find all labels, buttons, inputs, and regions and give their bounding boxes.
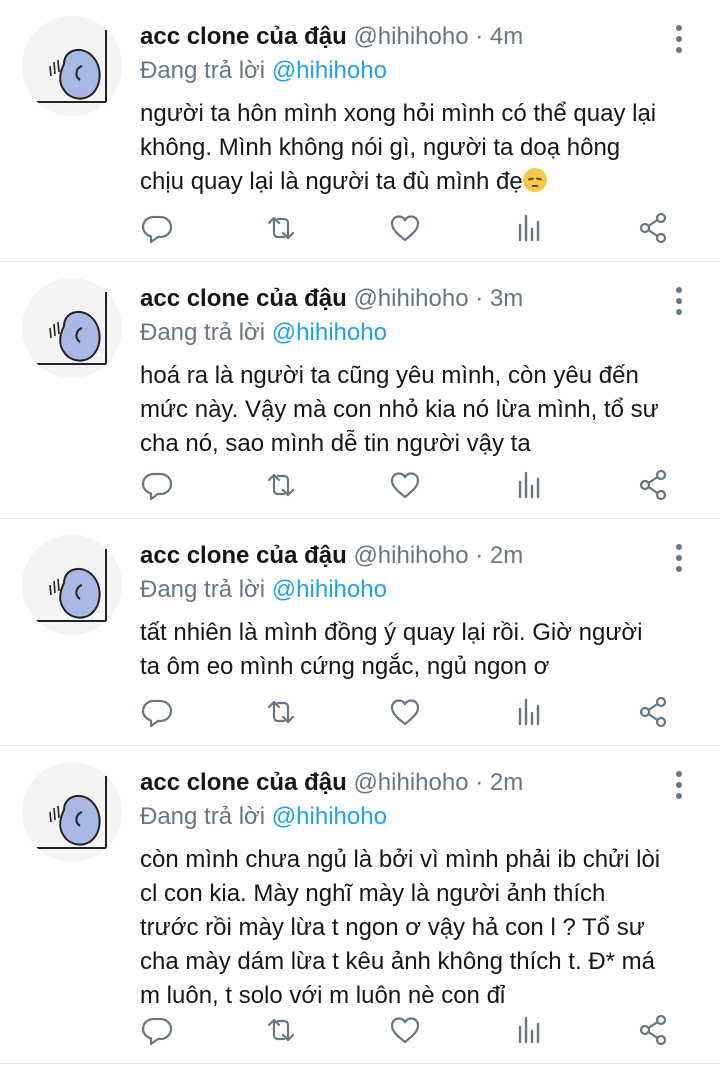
tweet-text-line: chịu quay lại là người ta đù mình đẹ bbox=[140, 168, 523, 195]
tweet-text: còn mình chưa ngủ là bởi vì mình phải ib… bbox=[140, 843, 690, 1013]
avatar-illustration bbox=[22, 16, 122, 116]
display-name[interactable]: acc clone của đậu bbox=[140, 542, 347, 569]
user-handle[interactable]: @hihihoho bbox=[353, 285, 468, 312]
user-handle[interactable]: @hihihoho bbox=[353, 542, 468, 569]
tweet-feed: acc clone của đậu @hihihoho · 4m Đang tr… bbox=[0, 0, 720, 1064]
tweet-header: acc clone của đậu @hihihoho · 2m bbox=[140, 541, 690, 571]
replying-prefix: Đang trả lời bbox=[140, 319, 266, 346]
avatar-illustration bbox=[22, 762, 122, 862]
tweet-text-line: cha nó, sao mình dễ tin người vậy ta bbox=[140, 430, 531, 457]
retweet-icon[interactable] bbox=[264, 695, 298, 729]
display-name[interactable]: acc clone của đậu bbox=[140, 23, 347, 50]
heart-icon[interactable] bbox=[388, 1013, 422, 1047]
separator-dot: · bbox=[475, 542, 484, 569]
more-vertical-icon[interactable] bbox=[672, 770, 686, 800]
separator-dot: · bbox=[475, 769, 484, 796]
tweet-header: acc clone của đậu @hihihoho · 2m bbox=[140, 768, 690, 798]
tweet-text: hoá ra là người ta cũng yêu mình, còn yê… bbox=[140, 359, 690, 461]
share-icon[interactable] bbox=[636, 1013, 670, 1047]
tweet[interactable]: acc clone của đậu @hihihoho · 4m Đang tr… bbox=[0, 0, 720, 262]
more-vertical-icon[interactable] bbox=[672, 24, 686, 54]
reply-icon[interactable] bbox=[140, 695, 174, 729]
avatar[interactable] bbox=[22, 278, 122, 378]
share-icon[interactable] bbox=[636, 695, 670, 729]
mention-link[interactable]: @hihihoho bbox=[272, 319, 387, 346]
retweet-icon[interactable] bbox=[264, 211, 298, 245]
separator-dot: · bbox=[475, 285, 484, 312]
separator-dot: · bbox=[475, 23, 484, 50]
avatar-illustration bbox=[22, 278, 122, 378]
tweet-text: tất nhiên là mình đồng ý quay lại rồi. G… bbox=[140, 616, 690, 684]
retweet-icon[interactable] bbox=[264, 468, 298, 502]
reply-icon[interactable] bbox=[140, 1013, 174, 1047]
replying-to: Đang trả lời @hihihoho bbox=[140, 317, 690, 349]
mention-link[interactable]: @hihihoho bbox=[272, 576, 387, 603]
tweet-text-line: hoá ra là người ta cũng yêu mình, còn yê… bbox=[140, 362, 639, 389]
replying-to: Đang trả lời @hihihoho bbox=[140, 574, 690, 606]
tweet-text-line: m luôn, t solo với m luôn nè con đỉ bbox=[140, 982, 506, 1009]
reply-icon[interactable] bbox=[140, 468, 174, 502]
avatar[interactable] bbox=[22, 16, 122, 116]
tweet-text-line: cl con kia. Mày nghĩ mày là người ảnh th… bbox=[140, 880, 606, 907]
user-handle[interactable]: @hihihoho bbox=[353, 23, 468, 50]
tweet-text-line: ta ôm eo mình cứng ngắc, ngủ ngon ơ bbox=[140, 653, 550, 680]
action-bar bbox=[138, 468, 680, 502]
timestamp[interactable]: 2m bbox=[490, 542, 523, 569]
tweet-header: acc clone của đậu @hihihoho · 3m bbox=[140, 284, 690, 314]
tweet-text-line: mức này. Vậy mà con nhỏ kia nó lừa mình,… bbox=[140, 396, 659, 423]
replying-prefix: Đang trả lời bbox=[140, 803, 266, 830]
timestamp[interactable]: 4m bbox=[490, 23, 523, 50]
tweet[interactable]: acc clone của đậu @hihihoho · 2m Đang tr… bbox=[0, 746, 720, 1064]
stats-icon[interactable] bbox=[512, 1013, 546, 1047]
stats-icon[interactable] bbox=[512, 695, 546, 729]
tweet-text: người ta hôn mình xong hỏi mình có thể q… bbox=[140, 97, 690, 199]
tweet[interactable]: acc clone của đậu @hihihoho · 2m Đang tr… bbox=[0, 519, 720, 746]
stats-icon[interactable] bbox=[512, 211, 546, 245]
reply-icon[interactable] bbox=[140, 211, 174, 245]
heart-icon[interactable] bbox=[388, 468, 422, 502]
mention-link[interactable]: @hihihoho bbox=[272, 57, 387, 84]
replying-to: Đang trả lời @hihihoho bbox=[140, 55, 690, 87]
tweet[interactable]: acc clone của đậu @hihihoho · 3m Đang tr… bbox=[0, 262, 720, 519]
tweet-content: acc clone của đậu @hihihoho · 3m Đang tr… bbox=[140, 284, 690, 461]
tweet-text-line: cha mày dám lừa t kêu ảnh không thích t.… bbox=[140, 948, 655, 975]
tweet-text-line-with-emoji: chịu quay lại là người ta đù mình đẹ bbox=[140, 165, 690, 199]
tweet-content: acc clone của đậu @hihihoho · 2m Đang tr… bbox=[140, 768, 690, 1013]
stats-icon[interactable] bbox=[512, 468, 546, 502]
replying-prefix: Đang trả lời bbox=[140, 57, 266, 84]
avatar-illustration bbox=[22, 535, 122, 635]
heart-icon[interactable] bbox=[388, 211, 422, 245]
pensive-face-icon bbox=[522, 168, 547, 192]
avatar[interactable] bbox=[22, 535, 122, 635]
tweet-text-line: tất nhiên là mình đồng ý quay lại rồi. G… bbox=[140, 619, 643, 646]
more-vertical-icon[interactable] bbox=[672, 543, 686, 573]
tweet-text-line: không. Mình không nói gì, người ta doạ h… bbox=[140, 134, 621, 161]
action-bar bbox=[138, 211, 680, 245]
tweet-text-line: người ta hôn mình xong hỏi mình có thể q… bbox=[140, 100, 657, 127]
user-handle[interactable]: @hihihoho bbox=[353, 769, 468, 796]
heart-icon[interactable] bbox=[388, 695, 422, 729]
tweet-content: acc clone của đậu @hihihoho · 2m Đang tr… bbox=[140, 541, 690, 684]
more-vertical-icon[interactable] bbox=[672, 286, 686, 316]
share-icon[interactable] bbox=[636, 211, 670, 245]
replying-to: Đang trả lời @hihihoho bbox=[140, 801, 690, 833]
share-icon[interactable] bbox=[636, 468, 670, 502]
timestamp[interactable]: 2m bbox=[490, 769, 523, 796]
action-bar bbox=[138, 695, 680, 729]
display-name[interactable]: acc clone của đậu bbox=[140, 285, 347, 312]
tweet-header: acc clone của đậu @hihihoho · 4m bbox=[140, 22, 690, 52]
avatar[interactable] bbox=[22, 762, 122, 862]
tweet-text-line: còn mình chưa ngủ là bởi vì mình phải ib… bbox=[140, 846, 661, 873]
display-name[interactable]: acc clone của đậu bbox=[140, 769, 347, 796]
replying-prefix: Đang trả lời bbox=[140, 576, 266, 603]
tweet-content: acc clone của đậu @hihihoho · 4m Đang tr… bbox=[140, 22, 690, 199]
retweet-icon[interactable] bbox=[264, 1013, 298, 1047]
action-bar bbox=[138, 1013, 680, 1047]
tweet-text-line: trước rồi mày lừa t ngon ơ vậy hả con l … bbox=[140, 914, 645, 941]
timestamp[interactable]: 3m bbox=[490, 285, 523, 312]
mention-link[interactable]: @hihihoho bbox=[272, 803, 387, 830]
